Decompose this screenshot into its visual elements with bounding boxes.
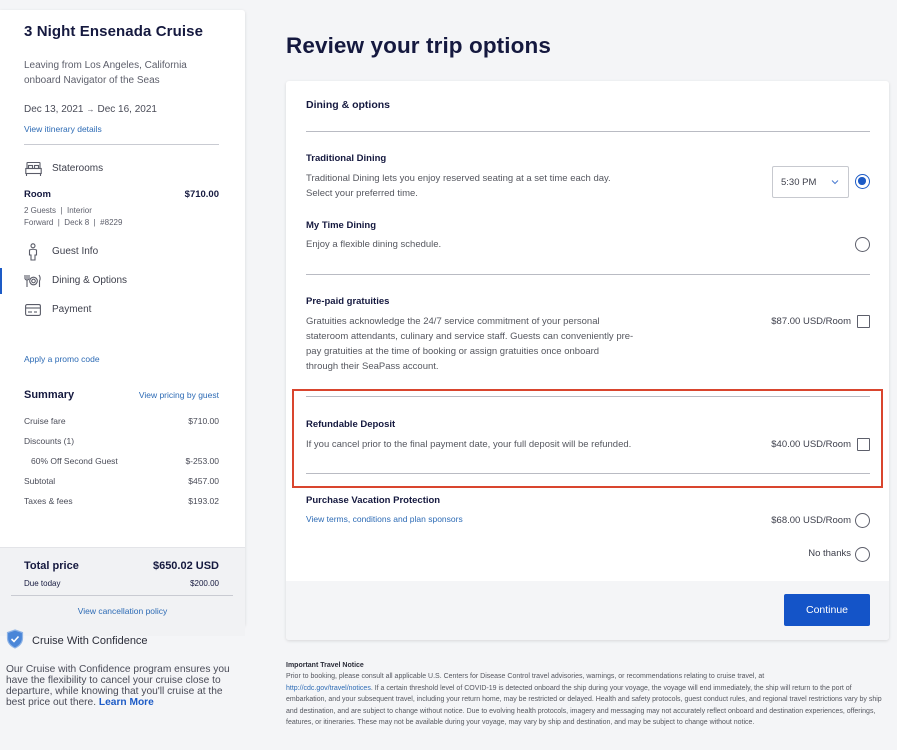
gratuities-description: Gratuities acknowledge the 24/7 service … bbox=[306, 316, 634, 372]
cdc-notices-link[interactable]: http://cdc.gov/travel/notices bbox=[286, 685, 371, 692]
cruise-with-confidence: Cruise With Confidence Our Cruise with C… bbox=[6, 629, 242, 708]
arrow-right-icon: → bbox=[86, 105, 95, 114]
learn-more-link[interactable]: Learn More bbox=[99, 697, 154, 708]
room-price: $710.00 bbox=[184, 189, 219, 200]
vacation-protection-radio[interactable] bbox=[855, 513, 870, 528]
divider bbox=[306, 274, 870, 275]
my-time-dining-title: My Time Dining bbox=[306, 220, 377, 231]
summary-row: Subtotal $457.00 bbox=[24, 476, 219, 486]
credit-card-icon bbox=[24, 301, 42, 319]
view-cancellation-policy-link[interactable]: View cancellation policy bbox=[0, 606, 245, 616]
total-price-row: Total price $650.02 USD bbox=[0, 560, 245, 572]
cwc-title: Cruise With Confidence bbox=[32, 634, 148, 647]
divider bbox=[306, 396, 870, 397]
trip-summary-sidebar: 3 Night Ensenada Cruise Leaving from Los… bbox=[0, 10, 245, 636]
summary-row: 60% Off Second Guest $-253.00 bbox=[31, 456, 219, 466]
chevron-down-icon bbox=[831, 180, 839, 185]
view-itinerary-link[interactable]: View itinerary details bbox=[24, 124, 102, 134]
traditional-dining-description: Traditional Dining lets you enjoy reserv… bbox=[306, 173, 611, 199]
cruise-title: 3 Night Ensenada Cruise bbox=[24, 23, 204, 40]
cwc-description: Our Cruise with Confidence program ensur… bbox=[6, 664, 230, 708]
continue-button[interactable]: Continue bbox=[784, 594, 870, 626]
shield-check-icon bbox=[6, 629, 24, 652]
divider bbox=[306, 473, 870, 474]
refundable-deposit-description: If you cancel prior to the final payment… bbox=[306, 439, 632, 450]
bed-icon bbox=[24, 160, 42, 178]
traditional-dining-radio[interactable] bbox=[855, 174, 870, 189]
dining-icon bbox=[24, 272, 42, 290]
card-footer: Continue bbox=[286, 581, 889, 640]
sidebar-item-label: Payment bbox=[52, 304, 92, 315]
sidebar-item-label: Guest Info bbox=[52, 246, 99, 257]
sidebar-item-dining-options[interactable]: Dining & Options bbox=[0, 266, 219, 295]
sidebar-item-label: Staterooms bbox=[52, 163, 104, 174]
divider bbox=[24, 144, 219, 145]
due-today-value: $200.00 bbox=[190, 579, 219, 588]
travel-notice: Important Travel Notice Prior to booking… bbox=[286, 662, 886, 729]
summary-header: Summary View pricing by guest bbox=[24, 389, 219, 401]
refundable-deposit-title: Refundable Deposit bbox=[306, 419, 396, 430]
total-price-label: Total price bbox=[24, 560, 79, 572]
divider bbox=[11, 595, 233, 596]
sidebar-item-payment[interactable]: Payment bbox=[24, 295, 219, 324]
start-date: Dec 13, 2021 bbox=[24, 104, 84, 115]
cruise-dates: Dec 13, 2021 → Dec 16, 2021 bbox=[24, 104, 219, 115]
gratuities-title: Pre-paid gratuities bbox=[306, 296, 390, 307]
sidebar-item-staterooms[interactable]: Staterooms bbox=[24, 154, 219, 183]
no-thanks-label: No thanks bbox=[808, 548, 851, 559]
view-terms-link[interactable]: View terms, conditions and plan sponsors bbox=[306, 514, 463, 524]
end-date: Dec 16, 2021 bbox=[97, 104, 158, 115]
apply-promo-code-link[interactable]: Apply a promo code bbox=[24, 354, 100, 364]
summary-row: Cruise fare $710.00 bbox=[24, 416, 219, 426]
sidebar-item-guest-info[interactable]: Guest Info bbox=[24, 237, 219, 266]
room-details: 2 Guests | Interior Forward | Deck 8 | #… bbox=[24, 206, 123, 227]
trip-options-card: Dining & options Traditional Dining Trad… bbox=[286, 81, 889, 640]
travel-notice-text: Prior to booking, please consult all app… bbox=[286, 673, 882, 726]
traditional-dining-title: Traditional Dining bbox=[306, 153, 387, 164]
due-today-row: Due today $200.00 bbox=[0, 579, 245, 588]
summary-row: Discounts (1) bbox=[24, 436, 75, 446]
departure-info: Leaving from Los Angeles, California onb… bbox=[24, 60, 187, 86]
gratuities-checkbox[interactable] bbox=[857, 315, 870, 328]
refundable-deposit-checkbox[interactable] bbox=[857, 438, 870, 451]
due-today-label: Due today bbox=[24, 579, 61, 588]
dining-time-value: 5:30 PM bbox=[781, 176, 817, 188]
vacation-protection-title: Purchase Vacation Protection bbox=[306, 495, 441, 506]
my-time-dining-description: Enjoy a flexible dining schedule. bbox=[306, 239, 442, 250]
sidebar-item-label: Dining & Options bbox=[52, 275, 128, 286]
no-thanks-radio[interactable] bbox=[855, 547, 870, 562]
travel-notice-title: Important Travel Notice bbox=[286, 662, 364, 669]
page-title: Review your trip options bbox=[286, 33, 551, 58]
summary-row: Taxes & fees $193.02 bbox=[24, 496, 219, 506]
vacation-protection-price: $68.00 USD/Room bbox=[771, 515, 851, 526]
view-pricing-by-guest-link[interactable]: View pricing by guest bbox=[139, 390, 219, 400]
total-price-box: Total price $650.02 USD Due today $200.0… bbox=[0, 547, 245, 636]
refundable-deposit-price: $40.00 USD/Room bbox=[771, 439, 851, 450]
person-icon bbox=[24, 242, 42, 261]
room-summary: Room $710.00 bbox=[24, 189, 219, 200]
summary-title: Summary bbox=[24, 389, 75, 401]
room-label: Room bbox=[24, 189, 51, 200]
total-price-value: $650.02 USD bbox=[152, 560, 219, 572]
gratuities-price: $87.00 USD/Room bbox=[771, 316, 851, 327]
dining-time-select[interactable]: 5:30 PM bbox=[772, 166, 849, 198]
section-title: Dining & options bbox=[306, 99, 390, 111]
divider bbox=[306, 131, 870, 132]
my-time-dining-radio[interactable] bbox=[855, 237, 870, 252]
